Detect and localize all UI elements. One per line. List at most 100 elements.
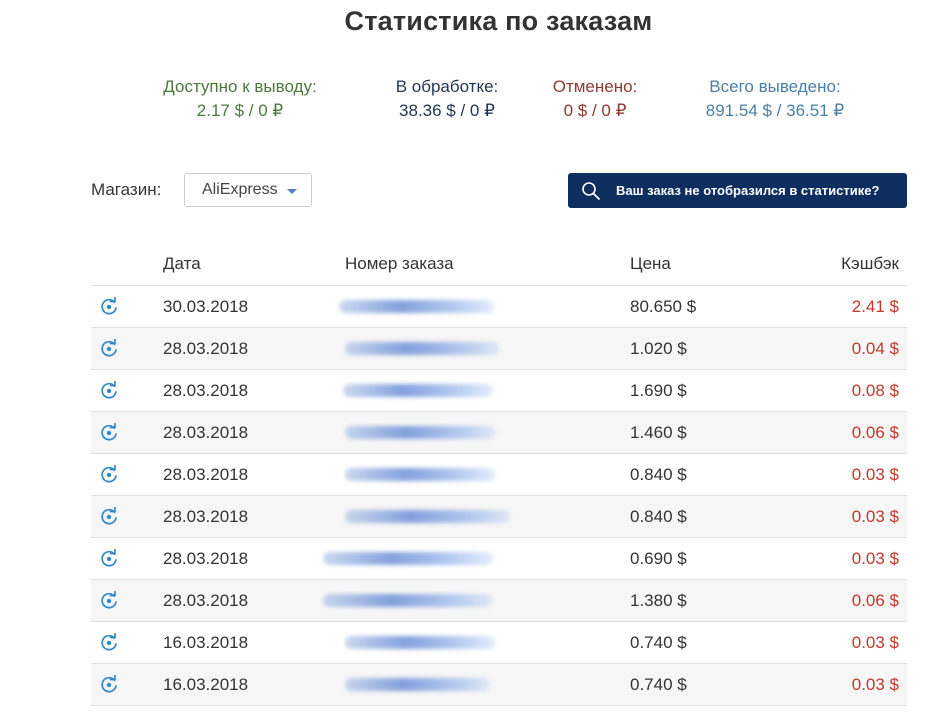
shop-select-value: AliExpress: [202, 181, 278, 198]
table-row: 28.03.2018 1.690 $0.08 $: [91, 369, 907, 412]
row-order-number: [345, 495, 630, 538]
row-order-number: [345, 453, 630, 496]
row-order-number: [323, 537, 630, 580]
row-date: 30.03.2018: [163, 285, 345, 328]
table-row: 30.03.2018 80.650 $2.41 $: [91, 285, 907, 328]
row-price: 0.740 $: [630, 663, 810, 706]
row-date: 28.03.2018: [163, 579, 345, 622]
row-status-cell: [91, 327, 163, 370]
stat-withdrawn: Всего выведено: 891.54 $ / 36.51 ₽: [680, 75, 870, 123]
row-cashback: 0.06 $: [810, 411, 907, 454]
row-date: 28.03.2018: [163, 411, 345, 454]
stat-processing-value: 38.36 $ / 0 ₽: [399, 101, 495, 120]
row-price: 0.840 $: [630, 453, 810, 496]
row-status-cell: [91, 537, 163, 580]
header-cashback: Кэшбэк: [810, 242, 907, 286]
row-status-cell: [91, 411, 163, 454]
row-status-cell: [91, 663, 163, 706]
row-status-cell: [91, 579, 163, 622]
stat-cancelled-label: Отменено:: [552, 77, 638, 96]
row-order-number: [345, 327, 630, 370]
shop-select[interactable]: AliExpress: [184, 173, 312, 207]
header-price: Цена: [630, 242, 810, 286]
order-number-redacted: [345, 510, 510, 523]
row-date: 16.03.2018: [163, 621, 345, 664]
order-number-redacted: [345, 342, 500, 355]
row-status-cell: [91, 369, 163, 412]
row-date: 28.03.2018: [163, 453, 345, 496]
row-status-cell: [91, 495, 163, 538]
row-price: 0.740 $: [630, 621, 810, 664]
stat-processing-label: В обработке:: [395, 77, 499, 96]
row-cashback: 0.03 $: [810, 663, 907, 706]
header-date: Дата: [163, 242, 345, 286]
header-order-number: Номер заказа: [345, 242, 630, 286]
row-cashback: 0.08 $: [810, 369, 907, 412]
order-number-redacted: [345, 426, 495, 439]
row-order-number: [345, 411, 630, 454]
order-number-redacted: [339, 300, 494, 313]
sync-icon[interactable]: [99, 632, 119, 653]
sync-icon[interactable]: [99, 590, 119, 611]
table-row: 16.03.2018 0.740 $0.03 $: [91, 663, 907, 706]
search-icon: [582, 182, 600, 200]
row-status-cell: [91, 621, 163, 664]
header-status: [91, 242, 163, 286]
table-row: 28.03.2018 0.840 $0.03 $: [91, 453, 907, 496]
row-order-number: [323, 579, 630, 622]
row-cashback: 0.03 $: [810, 621, 907, 664]
page-title: Статистика по заказам: [344, 6, 653, 36]
table-row: 28.03.2018 1.460 $0.06 $: [91, 411, 907, 454]
order-number-redacted: [343, 384, 493, 397]
row-status-cell: [91, 453, 163, 496]
sync-icon[interactable]: [99, 464, 119, 485]
row-cashback: 0.06 $: [810, 579, 907, 622]
row-date: 28.03.2018: [163, 495, 345, 538]
missing-order-button-label: Ваш заказ не отобразился в статистике?: [616, 183, 880, 198]
order-number-redacted: [323, 594, 493, 607]
table-header-row: Дата Номер заказа Цена Кэшбэк: [91, 242, 907, 286]
row-price: 1.690 $: [630, 369, 810, 412]
order-number-redacted: [345, 678, 490, 691]
row-price: 0.840 $: [630, 495, 810, 538]
sync-icon[interactable]: [99, 296, 119, 317]
row-order-number: [345, 663, 630, 706]
stat-processing: В обработке: 38.36 $ / 0 ₽: [372, 75, 522, 123]
table-row: 28.03.2018 1.380 $0.06 $: [91, 579, 907, 622]
stat-cancelled: Отменено: 0 $ / 0 ₽: [530, 75, 660, 123]
order-number-redacted: [345, 468, 495, 481]
table-row: 28.03.2018 1.020 $0.04 $: [91, 327, 907, 370]
sync-icon[interactable]: [99, 506, 119, 527]
row-cashback: 0.04 $: [810, 327, 907, 370]
row-date: 28.03.2018: [163, 537, 345, 580]
sync-icon[interactable]: [99, 548, 119, 569]
row-date: 28.03.2018: [163, 369, 345, 412]
orders-body: 30.03.2018 80.650 $2.41 $ 28.03.2018 1.020 …: [91, 285, 907, 706]
row-order-number: [339, 285, 630, 328]
stat-withdrawn-label: Всего выведено:: [709, 77, 841, 96]
stats-summary: Доступно к выводу: 2.17 $ / 0 ₽ В обрабо…: [0, 75, 927, 125]
row-cashback: 0.03 $: [810, 453, 907, 496]
row-price: 1.020 $: [630, 327, 810, 370]
sync-icon[interactable]: [99, 380, 119, 401]
stat-available-value: 2.17 $ / 0 ₽: [196, 101, 284, 120]
sync-icon[interactable]: [99, 674, 119, 695]
stat-available-label: Доступно к выводу:: [163, 77, 317, 96]
order-number-redacted: [345, 636, 495, 649]
sync-icon[interactable]: [99, 422, 119, 443]
row-cashback: 0.03 $: [810, 495, 907, 538]
stat-withdrawn-value: 891.54 $ / 36.51 ₽: [705, 101, 845, 120]
order-number-redacted: [323, 552, 493, 565]
stat-cancelled-value: 0 $ / 0 ₽: [563, 101, 627, 120]
sync-icon[interactable]: [99, 338, 119, 359]
table-row: 28.03.2018 0.690 $0.03 $: [91, 537, 907, 580]
shop-label: Магазин:: [91, 180, 162, 199]
row-price: 1.380 $: [630, 579, 810, 622]
row-cashback: 2.41 $: [810, 285, 907, 328]
row-order-number: [343, 369, 630, 412]
row-cashback: 0.03 $: [810, 537, 907, 580]
missing-order-button[interactable]: Ваш заказ не отобразился в статистике?: [568, 173, 907, 208]
chevron-down-icon: [287, 189, 297, 194]
row-date: 16.03.2018: [163, 663, 345, 706]
table-row: 16.03.2018 0.740 $0.03 $: [91, 621, 907, 664]
